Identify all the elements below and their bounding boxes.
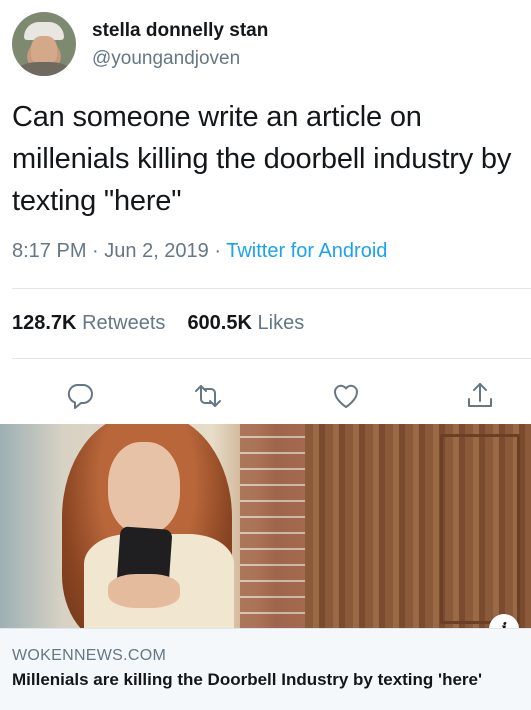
card-domain: WOKENNEWS.COM xyxy=(12,647,167,664)
like-button[interactable] xyxy=(330,380,362,412)
card-image: i xyxy=(0,424,531,628)
retweets-count: 128.7K xyxy=(12,312,77,334)
card-title: Millenials are killing the Doorbell Indu… xyxy=(12,670,483,689)
divider xyxy=(12,288,531,289)
likes-count: 600.5K xyxy=(187,312,252,334)
likes-label: Likes xyxy=(257,312,305,334)
likes-stat[interactable]: 600.5K Likes xyxy=(187,312,304,334)
action-bar xyxy=(0,374,531,418)
brick-wall xyxy=(240,424,310,628)
retweet-button[interactable] xyxy=(192,380,224,412)
reply-button[interactable] xyxy=(64,380,96,412)
tweet-source[interactable]: Twitter for Android xyxy=(226,240,387,262)
avatar-shirt xyxy=(18,62,70,76)
user-handle[interactable]: @youngandjoven xyxy=(92,48,240,70)
tweet-text: Can someone write an article on millenia… xyxy=(12,101,512,217)
share-icon xyxy=(468,383,492,407)
retweets-stat[interactable]: 128.7K Retweets xyxy=(12,312,165,334)
share-button[interactable] xyxy=(464,380,496,412)
avatar[interactable] xyxy=(12,12,76,76)
reply-icon xyxy=(67,384,93,409)
retweets-label: Retweets xyxy=(82,312,166,334)
door-panel xyxy=(440,434,520,624)
tweet-meta: 8:17 PM · Jun 2, 2019 · Twitter for Andr… xyxy=(12,240,387,263)
display-name[interactable]: stella donnelly stan xyxy=(92,20,268,42)
retweet-icon xyxy=(195,385,221,407)
card-body: WOKENNEWS.COM Millenials are killing the… xyxy=(0,628,531,710)
meta-separator: · xyxy=(86,240,105,262)
heart-icon xyxy=(333,384,359,408)
tweet-time[interactable]: 8:17 PM xyxy=(12,240,86,262)
tweet-stats: 128.7K Retweets 600.5K Likes xyxy=(12,312,304,335)
link-card[interactable]: i WOKENNEWS.COM Millenials are killing t… xyxy=(0,424,531,710)
woman-face xyxy=(108,442,180,534)
hands xyxy=(108,574,180,608)
meta-separator: · xyxy=(208,240,227,262)
divider xyxy=(12,358,531,359)
tweet-date[interactable]: Jun 2, 2019 xyxy=(104,240,209,262)
tweet-header: stella donnelly stan @youngandjoven xyxy=(12,12,517,76)
